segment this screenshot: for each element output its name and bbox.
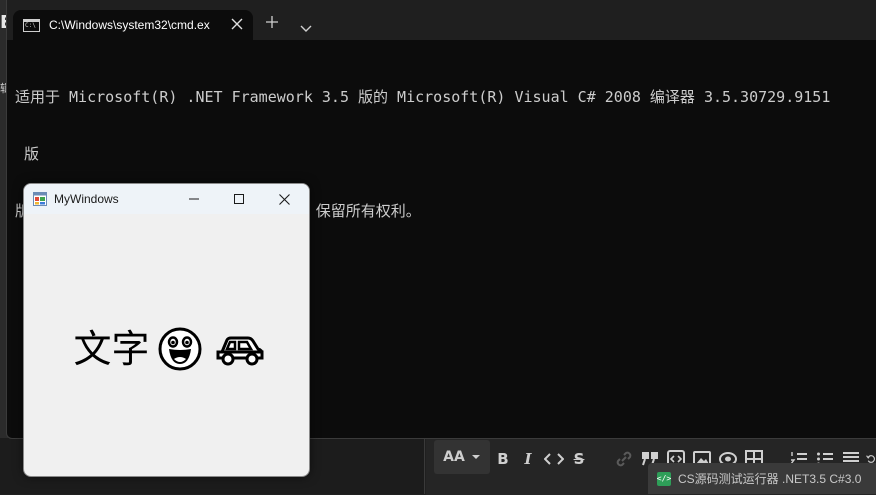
cmd-icon: C:\ xyxy=(23,18,40,32)
terminal-titlebar: C:\ C:\Windows\system32\cmd.ex xyxy=(7,0,876,40)
form-titlebar[interactable]: MyWindows xyxy=(24,184,309,214)
background-divider xyxy=(424,438,425,494)
link-button[interactable] xyxy=(614,448,634,470)
link-icon xyxy=(616,451,632,467)
tab-dropdown-button[interactable] xyxy=(300,18,312,37)
strikethrough-button[interactable]: S xyxy=(570,448,588,470)
close-icon xyxy=(278,193,290,205)
italic-label: I xyxy=(524,450,532,468)
notification-text: CS源码测试运行器 .NET3.5 C#3.0 xyxy=(678,472,862,486)
terminal-tab[interactable]: C:\ C:\Windows\system32\cmd.ex xyxy=(13,10,253,40)
bold-label: B xyxy=(497,450,509,468)
form-label: 文字 xyxy=(73,327,263,371)
code-icon xyxy=(544,453,564,465)
terminal-line: 版 xyxy=(15,145,40,163)
cmd-icon-text: C:\ xyxy=(25,21,36,29)
grinning-face-icon xyxy=(158,327,201,371)
car-icon xyxy=(216,336,263,366)
minimize-button[interactable] xyxy=(172,188,216,210)
chevron-down-icon xyxy=(300,25,312,32)
mywindows-form: MyWindows 文字 xyxy=(23,183,310,477)
maximize-icon xyxy=(234,194,244,204)
label-text: 文字 xyxy=(73,327,150,371)
italic-button[interactable]: I xyxy=(519,448,537,470)
close-button[interactable] xyxy=(262,188,306,210)
terminal-line: 适用于 Microsoft(R) .NET Framework 3.5 版的 M… xyxy=(15,88,831,106)
code-runner-icon-text: </> xyxy=(656,474,672,483)
tab-close-icon[interactable] xyxy=(231,16,243,34)
minimize-icon xyxy=(189,198,199,200)
new-tab-button[interactable] xyxy=(265,14,279,34)
strikethrough-label: S xyxy=(573,450,585,468)
chevron-down-icon xyxy=(471,455,480,459)
plus-icon xyxy=(266,16,278,28)
notification-toast[interactable]: </> CS源码测试运行器 .NET3.5 C#3.0 xyxy=(648,463,876,494)
app-window-icon xyxy=(33,192,47,206)
bold-button[interactable]: B xyxy=(494,448,512,470)
font-size-button[interactable]: AA xyxy=(434,440,490,474)
font-size-label: AA xyxy=(443,449,465,465)
maximize-button[interactable] xyxy=(217,188,261,210)
terminal-tab-title: C:\Windows\system32\cmd.ex xyxy=(49,18,210,32)
code-inline-button[interactable] xyxy=(543,448,565,470)
form-title: MyWindows xyxy=(54,192,119,206)
code-runner-icon: </> xyxy=(656,471,672,486)
form-client-area: 文字 xyxy=(24,214,309,476)
